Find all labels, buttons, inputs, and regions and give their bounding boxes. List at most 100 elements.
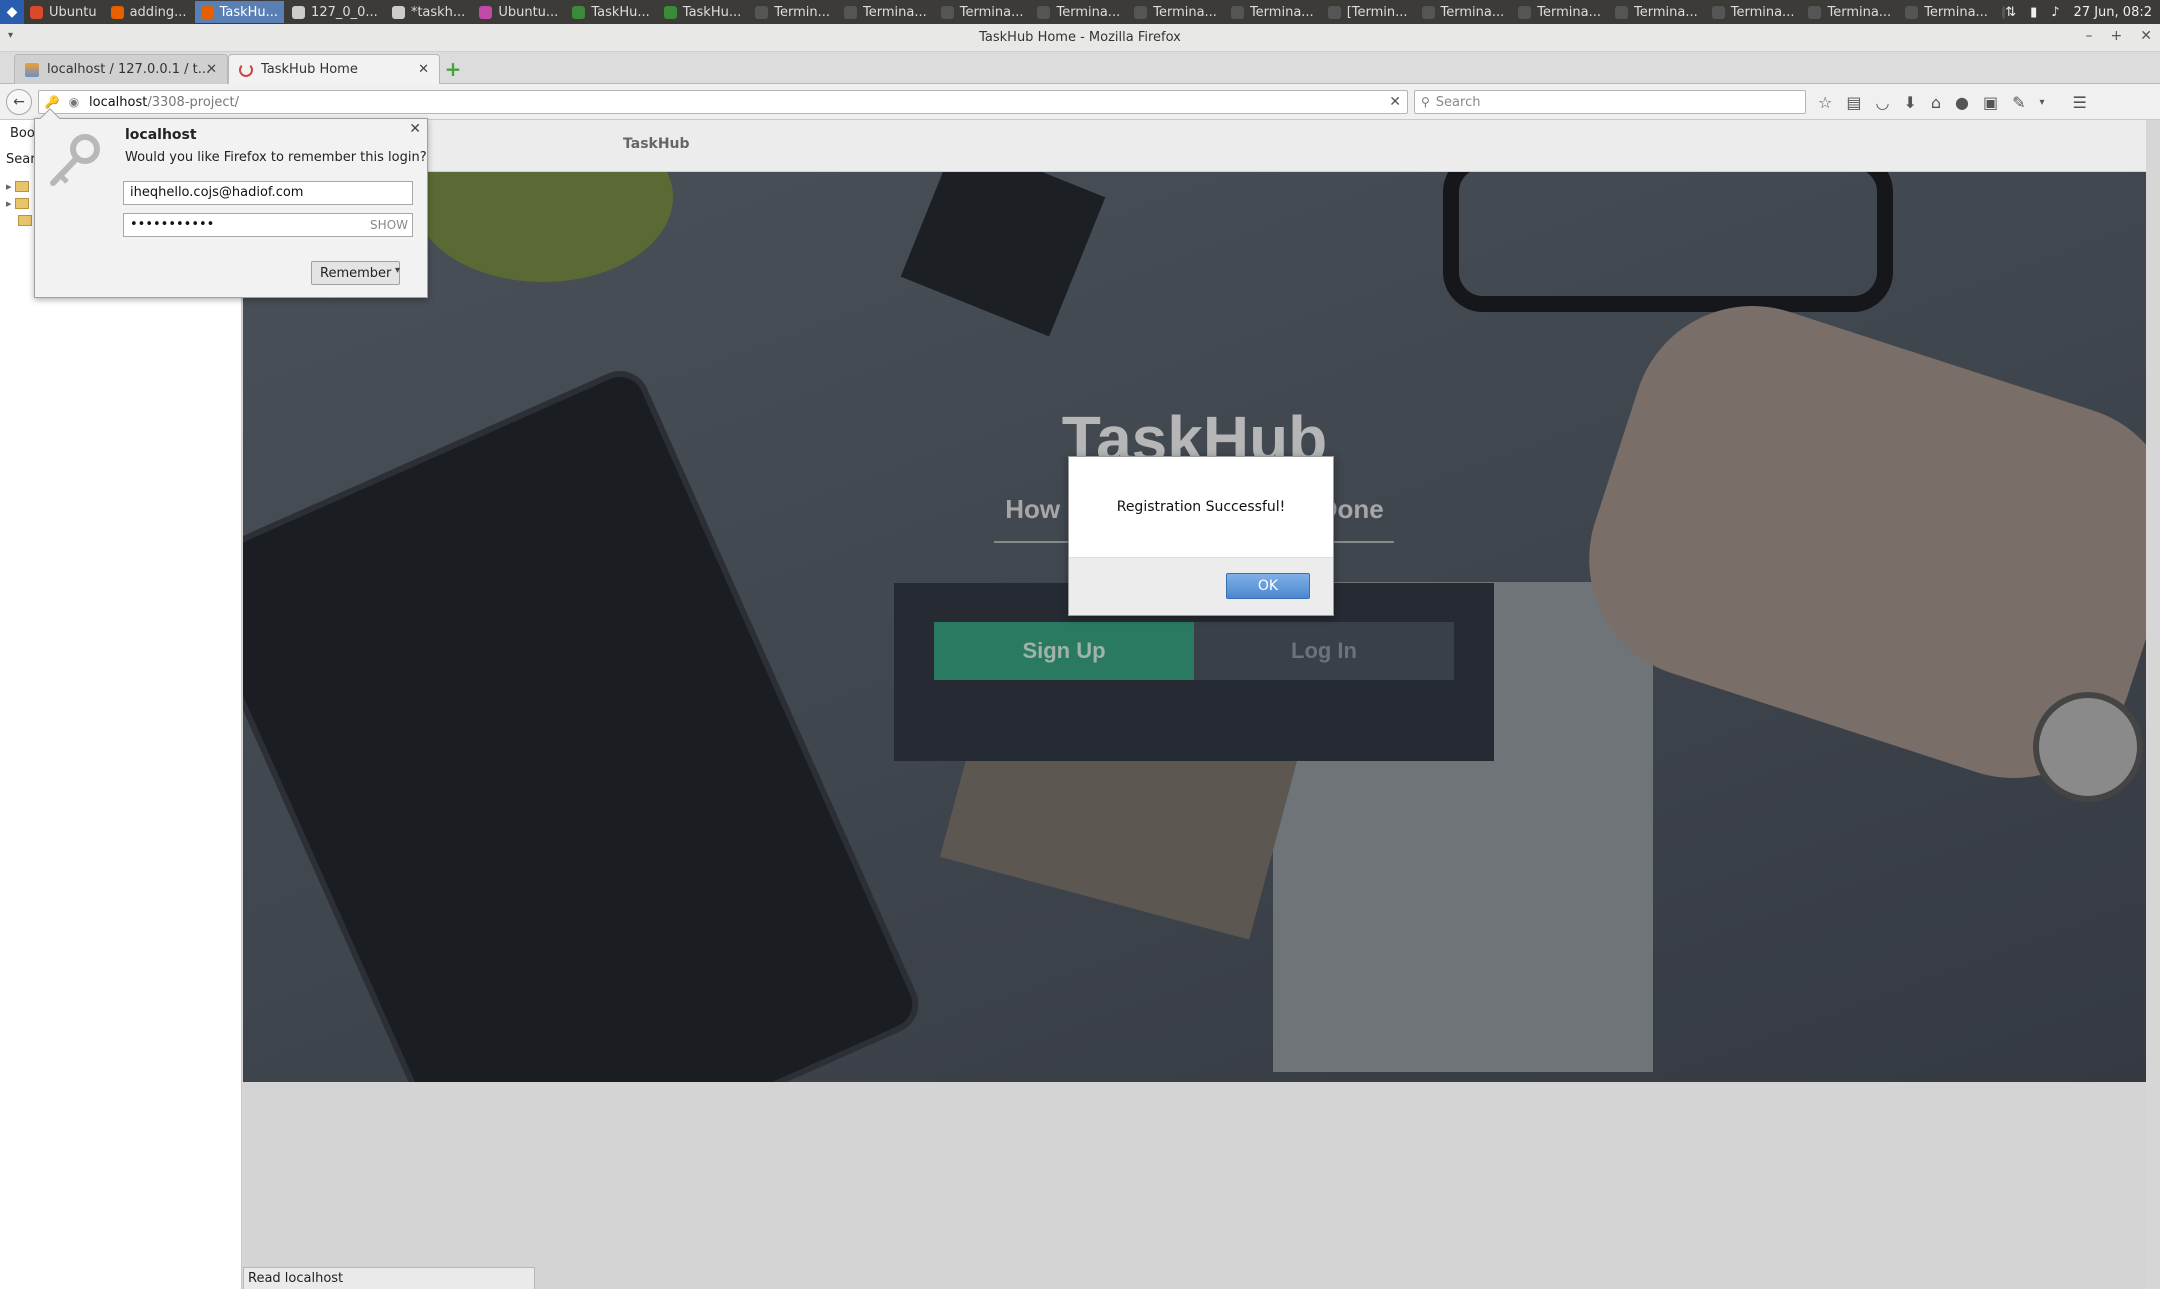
extension-icon[interactable]: ✎ (2012, 93, 2025, 112)
terminal-icon (1905, 5, 1919, 19)
password-value: ••••••••••• (130, 217, 215, 232)
ubuntu-menu-icon[interactable]: ◆ (0, 0, 24, 24)
expand-icon[interactable]: ▸ (6, 180, 12, 193)
tree-item[interactable] (6, 212, 32, 229)
taskbar-item[interactable]: Termina... (1706, 1, 1801, 23)
chevron-down-icon[interactable]: ▾ (395, 265, 400, 276)
taskbar-item[interactable]: Termina... (1996, 1, 2006, 23)
url-bar[interactable]: 🔑 ◉ localhost/3308-project/ ✕ (38, 90, 1408, 114)
ok-button[interactable]: OK (1226, 573, 1310, 599)
login-button[interactable]: Log In (1194, 622, 1454, 680)
minimize-icon[interactable]: – (2086, 28, 2093, 44)
taskbar-item[interactable]: Termina... (935, 1, 1030, 23)
battery-icon[interactable]: ▮ (2030, 5, 2037, 20)
new-tab-button[interactable]: + (442, 58, 464, 80)
taskbar-item[interactable]: Termin... (749, 1, 836, 23)
loading-spinner-icon (239, 62, 253, 77)
screenshot-icon[interactable]: ▣ (1983, 93, 1998, 112)
taskbar-item-label: TaskHu... (682, 4, 742, 20)
taskbar-item[interactable]: *taskh... (386, 1, 472, 23)
terminal-icon (1808, 5, 1822, 19)
taskbar-item[interactable]: Termina... (1416, 1, 1511, 23)
taskbar-item[interactable]: [Termin... (1322, 1, 1414, 23)
page-content: TaskHub TaskHub How Bu Done Sign Up Log … (243, 120, 2146, 1289)
save-login-popup: localhost Would you like Firefox to reme… (34, 108, 428, 298)
glasses-image (1443, 172, 1893, 312)
network-icon[interactable]: ⇅ (2005, 5, 2016, 20)
back-button[interactable]: ← (6, 89, 32, 115)
taskbar-item-label: TaskHu... (591, 4, 650, 20)
taskbar-item[interactable]: Ubuntu... (473, 1, 564, 23)
taskbar-item[interactable]: Termina... (1225, 1, 1320, 23)
hamburger-menu-icon[interactable]: ☰ (2073, 93, 2087, 112)
remember-button[interactable]: Remember (311, 261, 401, 285)
tab-taskhub-home[interactable]: TaskHub Home ✕ (228, 54, 440, 84)
signup-button[interactable]: Sign Up (934, 622, 1194, 680)
chevron-down-icon[interactable]: ▾ (2040, 97, 2045, 108)
tab-label: TaskHub Home (261, 62, 358, 77)
sidebar-search-label[interactable]: Sear (6, 152, 36, 167)
taskbar-item[interactable]: Ubuntu (24, 1, 103, 23)
volume-icon[interactable]: ♪ (2051, 5, 2059, 20)
taskbar-item[interactable]: Termina... (838, 1, 933, 23)
taskbar-item-label: Termina... (1730, 4, 1795, 20)
site-info-icon[interactable]: ◉ (65, 95, 83, 109)
taskbar-item[interactable]: TaskHu... (566, 1, 655, 23)
taskbar-item-label: Termina... (1634, 4, 1698, 20)
home-icon[interactable]: ⌂ (1931, 93, 1941, 112)
taskbar-item[interactable]: TaskHu... (658, 1, 747, 23)
terminal-icon (844, 5, 858, 19)
watch-image (2033, 692, 2143, 802)
tree-item[interactable]: ▸ (6, 195, 32, 212)
taskbar-item[interactable]: Termina... (1899, 1, 1994, 23)
window-menu-icon[interactable]: ▾ (8, 30, 13, 41)
popup-question: Would you like Firefox to remember this … (125, 150, 427, 165)
taskbar-item[interactable]: Termina... (1609, 1, 1704, 23)
firefox-icon (110, 5, 124, 19)
folder-icon (18, 215, 32, 226)
terminal-icon (1327, 5, 1341, 19)
site-brand[interactable]: TaskHub (623, 136, 690, 152)
taskbar-item-label: 127_0_0... (311, 4, 378, 20)
taskbar-item[interactable]: TaskHu... (194, 1, 285, 23)
maximize-icon[interactable]: + (2111, 28, 2123, 44)
show-password-button[interactable]: SHOW (370, 218, 408, 232)
taskbar-item-label: Termina... (1924, 4, 1988, 20)
username-field[interactable]: iheqhello.cojs@hadiof.com (123, 181, 413, 205)
clear-url-icon[interactable]: ✕ (1389, 94, 1401, 110)
taskbar-item-label: Termina... (1440, 4, 1505, 20)
close-icon[interactable]: ✕ (409, 121, 421, 137)
key-icon[interactable]: 🔑 (43, 95, 61, 109)
search-input[interactable]: ⚲ Search (1414, 90, 1806, 114)
taskbar-item[interactable]: Termina... (1802, 1, 1897, 23)
system-tray: ⇅ ▮ ♪ 27 Jun, 08:2 (2005, 5, 2160, 20)
taskbar-item-label: Termina... (1537, 4, 1601, 20)
taskbar-item[interactable]: Termina... (1128, 1, 1223, 23)
terminal-icon (940, 5, 954, 19)
alert-dialog: Registration Successful! OK (1068, 456, 1334, 616)
tab-close-icon[interactable]: ✕ (206, 62, 217, 77)
toolbar-icons: ☆ ▤ ◡ ⬇ ⌂ ● ▣ ✎ ▾ ☰ (1818, 90, 2087, 114)
clock[interactable]: 27 Jun, 08:2 (2074, 5, 2152, 20)
tree-item[interactable]: ▸ (6, 178, 32, 195)
pocket-icon[interactable]: ◡ (1875, 93, 1889, 112)
expand-icon[interactable]: ▸ (6, 197, 12, 210)
downloads-icon[interactable]: ⬇ (1903, 93, 1916, 112)
window-title: TaskHub Home - Mozilla Firefox (979, 30, 1181, 45)
taskbar-item[interactable]: Termina... (1512, 1, 1607, 23)
ubuntu-icon (30, 5, 43, 19)
taskbar-item-label: *taskh... (410, 4, 466, 20)
bookmark-tree: ▸ ▸ (6, 178, 32, 229)
bookmark-star-icon[interactable]: ☆ (1818, 93, 1832, 112)
tab-close-icon[interactable]: ✕ (418, 62, 429, 77)
taskbar-item[interactable]: adding... (105, 1, 193, 23)
chat-icon[interactable]: ● (1955, 93, 1969, 112)
password-field[interactable]: ••••••••••• SHOW (123, 213, 413, 237)
taskbar-item[interactable]: Termina... (1031, 1, 1126, 23)
bookmarks-list-icon[interactable]: ▤ (1846, 93, 1861, 112)
close-icon[interactable]: ✕ (2140, 28, 2152, 44)
tab-phpmyadmin[interactable]: localhost / 127.0.0.1 / t... ✕ (14, 54, 228, 84)
taskbar-item[interactable]: 127_0_0... (286, 1, 384, 23)
search-icon: ⚲ (1421, 95, 1430, 109)
taskbar-item-label: TaskHu... (219, 4, 279, 20)
